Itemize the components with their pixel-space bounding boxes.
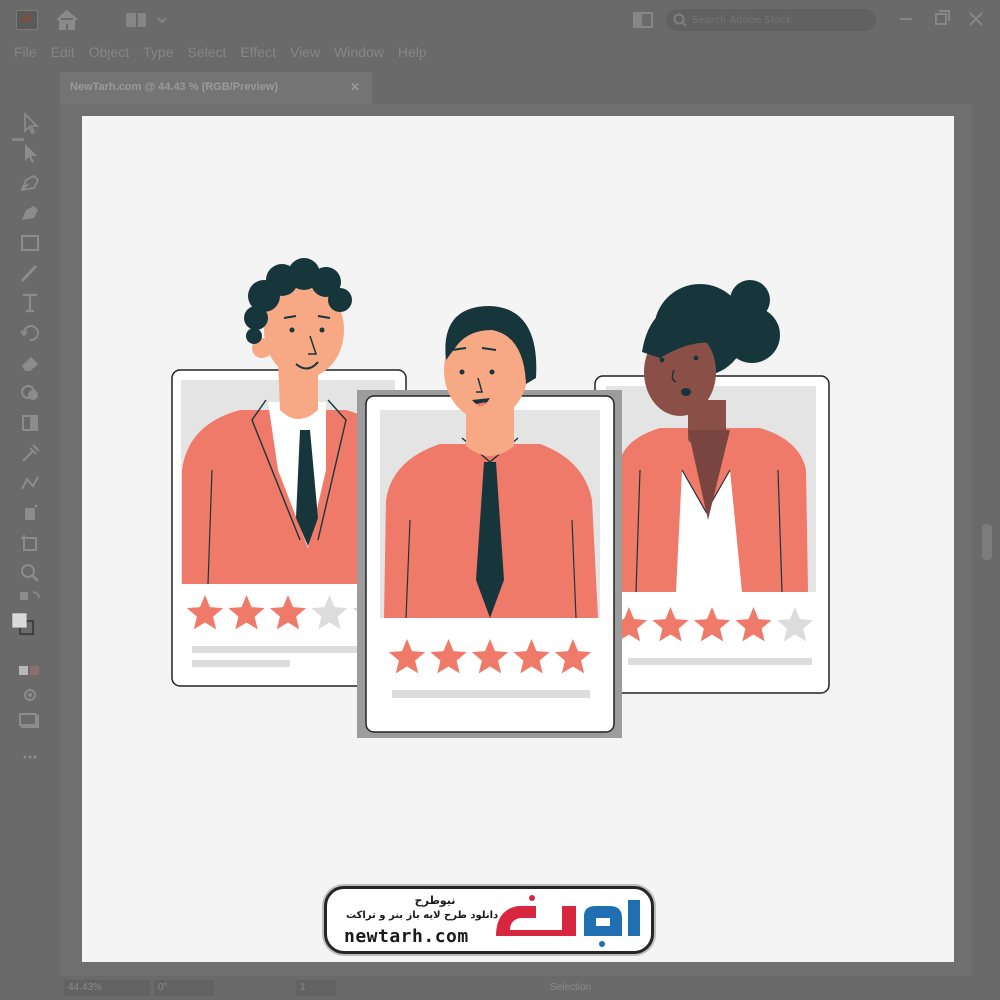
status-bar: 44.43% 0° 1 Selection xyxy=(0,976,1000,1000)
rotation-field[interactable]: 0° xyxy=(154,980,214,996)
newtarh-watermark: نیوطرح دانلود طرح لایه باز بنر و تراکت n… xyxy=(324,886,654,954)
zoom-level-field[interactable]: 44.43% xyxy=(64,980,150,996)
rating-cards-illustration xyxy=(171,258,830,738)
watermark-url: newtarh.com xyxy=(344,926,469,947)
watermark-title: نیوطرح xyxy=(414,894,456,907)
watermark-subtitle: دانلود طرح لایه باز بنر و تراکت xyxy=(346,910,499,921)
profile-card-right xyxy=(594,280,830,694)
artboard-number-field[interactable]: 1 xyxy=(296,980,336,996)
current-tool-label: Selection xyxy=(550,982,592,993)
newtarh-logo xyxy=(496,895,640,947)
